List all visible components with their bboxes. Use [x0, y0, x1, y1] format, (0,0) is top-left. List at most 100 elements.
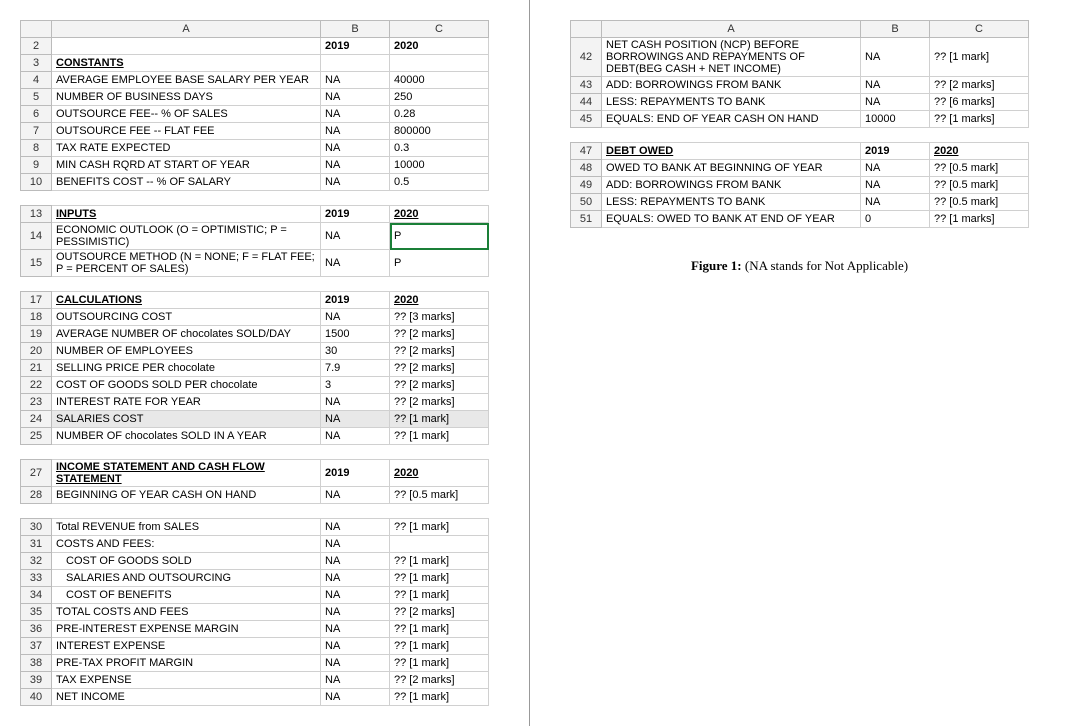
- cell[interactable]: ?? [1 marks]: [930, 211, 1029, 228]
- cell[interactable]: NA: [321, 655, 390, 672]
- row-header[interactable]: 23: [21, 394, 52, 411]
- cell[interactable]: NA: [321, 570, 390, 587]
- cell[interactable]: NA: [321, 672, 390, 689]
- cell[interactable]: NA: [321, 106, 390, 123]
- cell[interactable]: 2019: [321, 292, 390, 309]
- cell[interactable]: ?? [1 mark]: [390, 553, 489, 570]
- cell[interactable]: ECONOMIC OUTLOOK (O = OPTIMISTIC; P = PE…: [52, 223, 321, 250]
- cell[interactable]: ?? [2 marks]: [390, 377, 489, 394]
- row-header[interactable]: 37: [21, 638, 52, 655]
- cell[interactable]: NA: [321, 638, 390, 655]
- cell[interactable]: [390, 536, 489, 553]
- row-header[interactable]: 5: [21, 89, 52, 106]
- row-header[interactable]: 38: [21, 655, 52, 672]
- row-header[interactable]: 30: [21, 519, 52, 536]
- cell[interactable]: NUMBER OF EMPLOYEES: [52, 343, 321, 360]
- cell[interactable]: DEBT OWED: [602, 143, 861, 160]
- cell[interactable]: NA: [321, 428, 390, 445]
- cell[interactable]: NA: [321, 309, 390, 326]
- cell[interactable]: ?? [6 marks]: [930, 94, 1029, 111]
- cell[interactable]: [390, 55, 489, 72]
- cell[interactable]: 30: [321, 343, 390, 360]
- row-header[interactable]: 6: [21, 106, 52, 123]
- row-header[interactable]: 42: [571, 38, 602, 77]
- cell[interactable]: 2020: [390, 38, 489, 55]
- cell[interactable]: COST OF BENEFITS: [52, 587, 321, 604]
- row-header[interactable]: 21: [21, 360, 52, 377]
- cell[interactable]: NA: [861, 177, 930, 194]
- cell[interactable]: ?? [1 mark]: [390, 655, 489, 672]
- cell[interactable]: NA: [861, 194, 930, 211]
- cell[interactable]: 0.3: [390, 140, 489, 157]
- row-header[interactable]: 39: [21, 672, 52, 689]
- cell[interactable]: SELLING PRICE PER chocolate: [52, 360, 321, 377]
- row-header[interactable]: 45: [571, 111, 602, 128]
- cell[interactable]: EQUALS: OWED TO BANK AT END OF YEAR: [602, 211, 861, 228]
- column-header-a[interactable]: A: [602, 21, 861, 38]
- cell[interactable]: [321, 55, 390, 72]
- cell[interactable]: ?? [1 mark]: [390, 428, 489, 445]
- row-header[interactable]: 17: [21, 292, 52, 309]
- row-header[interactable]: 8: [21, 140, 52, 157]
- cell[interactable]: 10000: [861, 111, 930, 128]
- cell[interactable]: ?? [2 marks]: [390, 360, 489, 377]
- row-header[interactable]: 51: [571, 211, 602, 228]
- row-header[interactable]: 32: [21, 553, 52, 570]
- cell[interactable]: ADD: BORROWINGS FROM BANK: [602, 177, 861, 194]
- cell[interactable]: 0.5: [390, 174, 489, 191]
- row-header[interactable]: 44: [571, 94, 602, 111]
- cell[interactable]: ?? [2 marks]: [390, 326, 489, 343]
- left-table[interactable]: ABC2201920203CONSTANTS4AVERAGE EMPLOYEE …: [20, 20, 489, 706]
- row-header[interactable]: 19: [21, 326, 52, 343]
- cell[interactable]: NA: [321, 536, 390, 553]
- cell[interactable]: ?? [3 marks]: [390, 309, 489, 326]
- cell[interactable]: 2020: [390, 460, 489, 487]
- row-header[interactable]: 4: [21, 72, 52, 89]
- cell[interactable]: TAX EXPENSE: [52, 672, 321, 689]
- cell[interactable]: NA: [321, 394, 390, 411]
- row-header[interactable]: 50: [571, 194, 602, 211]
- cell[interactable]: NUMBER OF chocolates SOLD IN A YEAR: [52, 428, 321, 445]
- row-header[interactable]: 15: [21, 250, 52, 277]
- cell[interactable]: NA: [321, 123, 390, 140]
- cell[interactable]: ?? [1 mark]: [390, 411, 489, 428]
- cell[interactable]: ?? [1 mark]: [390, 519, 489, 536]
- row-header[interactable]: 36: [21, 621, 52, 638]
- cell[interactable]: Total REVENUE from SALES: [52, 519, 321, 536]
- cell[interactable]: INTEREST RATE FOR YEAR: [52, 394, 321, 411]
- row-header[interactable]: 2: [21, 38, 52, 55]
- cell[interactable]: ?? [0.5 mark]: [930, 177, 1029, 194]
- cell[interactable]: CONSTANTS: [52, 55, 321, 72]
- row-header[interactable]: 49: [571, 177, 602, 194]
- cell[interactable]: ?? [1 mark]: [930, 38, 1029, 77]
- cell[interactable]: ?? [0.5 mark]: [930, 194, 1029, 211]
- cell[interactable]: 800000: [390, 123, 489, 140]
- cell[interactable]: EQUALS: END OF YEAR CASH ON HAND: [602, 111, 861, 128]
- row-header[interactable]: 25: [21, 428, 52, 445]
- cell[interactable]: MIN CASH RQRD AT START OF YEAR: [52, 157, 321, 174]
- cell[interactable]: NA: [861, 160, 930, 177]
- cell[interactable]: ?? [1 mark]: [390, 621, 489, 638]
- cell[interactable]: P: [390, 223, 489, 250]
- row-header[interactable]: 22: [21, 377, 52, 394]
- select-all-triangle[interactable]: [571, 21, 602, 38]
- cell[interactable]: TAX RATE EXPECTED: [52, 140, 321, 157]
- cell[interactable]: ?? [1 marks]: [930, 111, 1029, 128]
- row-header[interactable]: 35: [21, 604, 52, 621]
- cell[interactable]: ?? [0.5 mark]: [390, 487, 489, 504]
- cell[interactable]: OWED TO BANK AT BEGINNING OF YEAR: [602, 160, 861, 177]
- cell[interactable]: NET INCOME: [52, 689, 321, 706]
- cell[interactable]: SALARIES COST: [52, 411, 321, 428]
- cell[interactable]: ADD: BORROWINGS FROM BANK: [602, 77, 861, 94]
- row-header[interactable]: 3: [21, 55, 52, 72]
- cell[interactable]: 40000: [390, 72, 489, 89]
- cell[interactable]: ?? [2 marks]: [390, 394, 489, 411]
- cell[interactable]: 2019: [321, 460, 390, 487]
- cell[interactable]: 1500: [321, 326, 390, 343]
- cell[interactable]: NA: [321, 72, 390, 89]
- cell[interactable]: NA: [321, 174, 390, 191]
- row-header[interactable]: 40: [21, 689, 52, 706]
- cell[interactable]: INCOME STATEMENT AND CASH FLOW STATEMENT: [52, 460, 321, 487]
- row-header[interactable]: 47: [571, 143, 602, 160]
- cell[interactable]: OUTSOURCE FEE -- FLAT FEE: [52, 123, 321, 140]
